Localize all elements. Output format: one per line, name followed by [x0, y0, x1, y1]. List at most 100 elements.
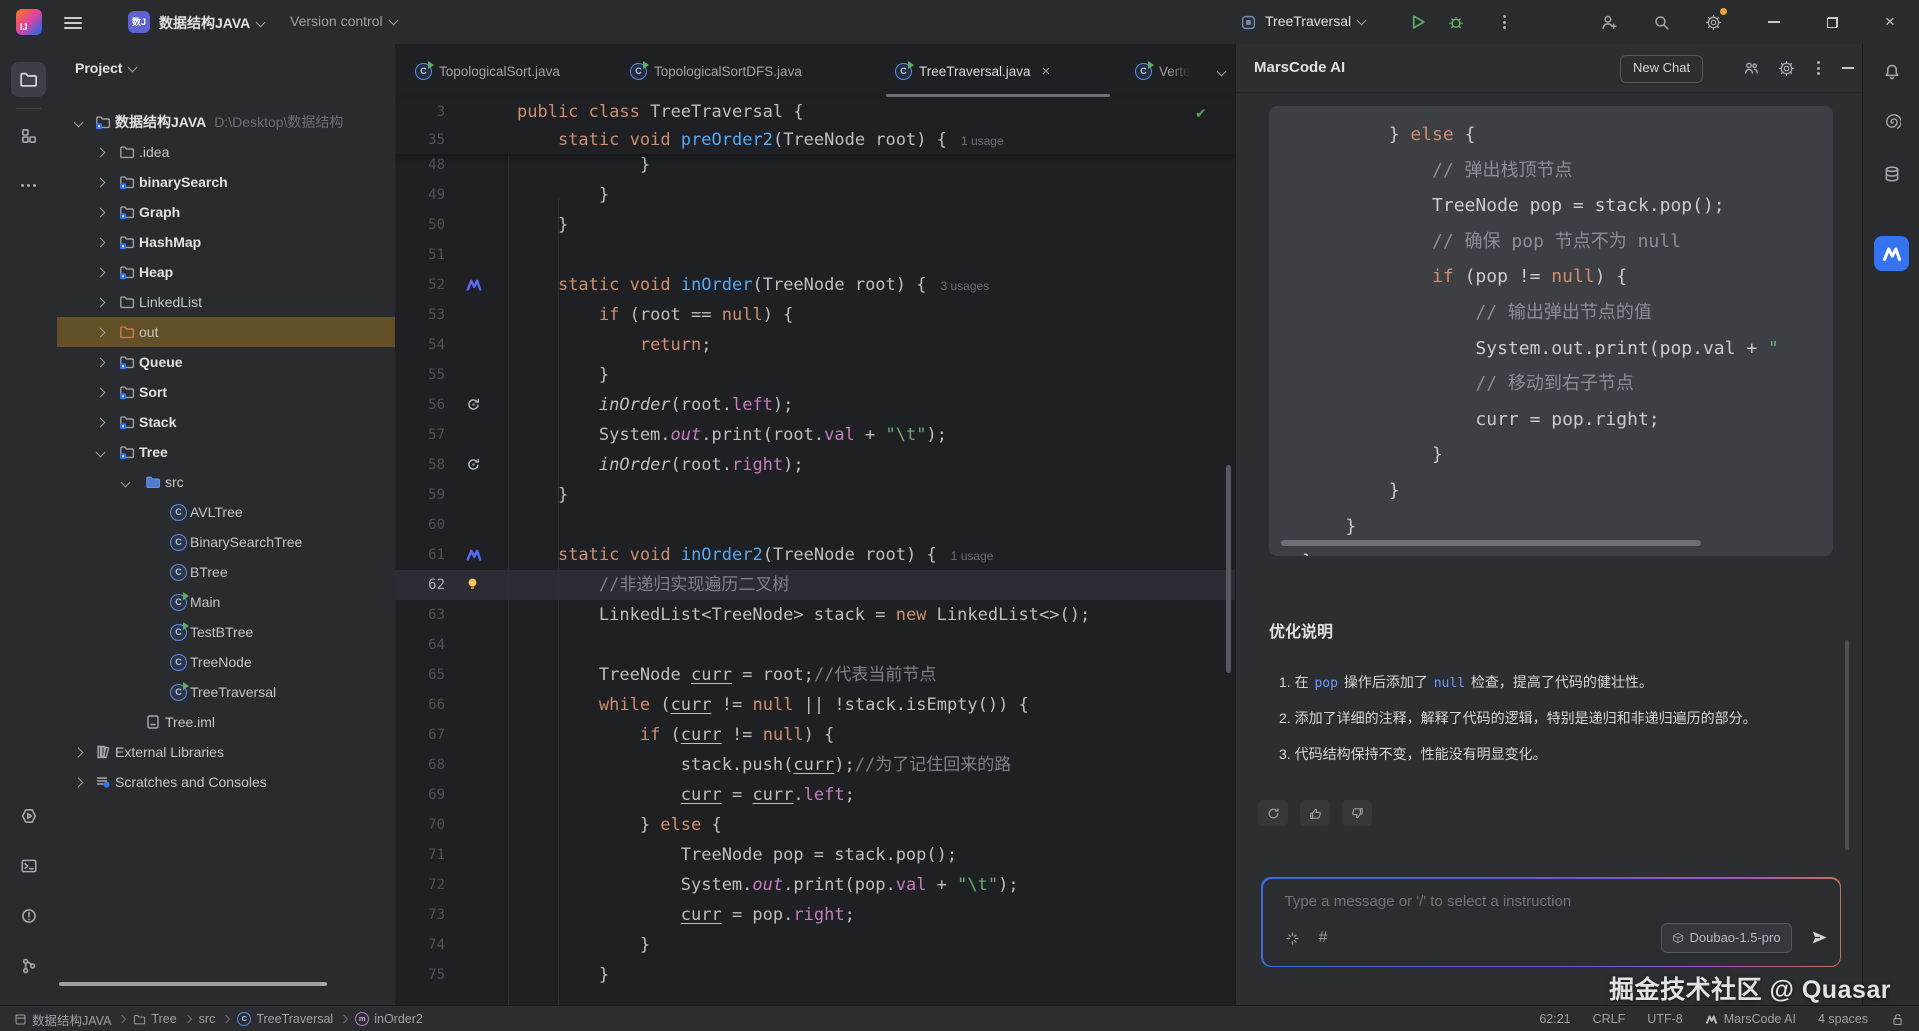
ai-settings-icon[interactable] — [1776, 58, 1796, 78]
debug-button[interactable] — [1444, 10, 1468, 34]
line-number[interactable]: 71 — [395, 840, 445, 870]
regenerate-button[interactable] — [1258, 800, 1288, 826]
marscode-status[interactable]: MarsCode AI — [1705, 1012, 1796, 1026]
run-button[interactable] — [1406, 10, 1430, 34]
line-number[interactable]: 70 — [395, 810, 445, 840]
line-number[interactable]: 56 — [395, 390, 445, 420]
usage-hint[interactable]: 1 usage — [951, 549, 994, 563]
version-control-menu[interactable]: Version control — [290, 13, 397, 29]
chevron-expanded-icon[interactable] — [96, 448, 106, 458]
usage-hint[interactable]: 3 usages — [940, 279, 989, 293]
line-number[interactable]: 60 — [395, 510, 445, 540]
tree-item-BinarySearchTree[interactable]: CBinarySearchTree — [57, 527, 395, 557]
line-number[interactable]: 67 — [395, 720, 445, 750]
sticky-line-3[interactable]: 3public class TreeTraversal { — [395, 98, 1235, 126]
line-number[interactable]: 54 — [395, 330, 445, 360]
search-everywhere-button[interactable] — [1649, 10, 1673, 34]
services-tool-button[interactable] — [11, 798, 46, 833]
line-number[interactable]: 59 — [395, 480, 445, 510]
tree-item-TestBTree[interactable]: CTestBTree — [57, 617, 395, 647]
tree-item-AVLTree[interactable]: CAVLTree — [57, 497, 395, 527]
breadcrumb-inOrder2[interactable]: minOrder2 — [355, 1012, 423, 1026]
line-number[interactable]: 73 — [395, 900, 445, 930]
run-config-icon[interactable] — [1236, 10, 1260, 34]
ai-assistant-icon[interactable] — [1874, 104, 1909, 139]
tree-item-External Libraries[interactable]: External Libraries — [57, 737, 395, 767]
line-number[interactable]: 68 — [395, 750, 445, 780]
terminal-tool-button[interactable] — [11, 848, 46, 883]
horizontal-scrollbar[interactable] — [59, 982, 327, 986]
chat-input[interactable]: Type a message or '/' to select a instru… — [1263, 879, 1840, 966]
problems-tool-button[interactable] — [11, 898, 46, 933]
send-button[interactable] — [1811, 929, 1828, 946]
database-tool-icon[interactable] — [1874, 156, 1909, 191]
ai-share-icon[interactable] — [1741, 58, 1761, 78]
breadcrumb-Tree[interactable]: Tree — [133, 1012, 176, 1026]
mars-gutter-icon[interactable] — [465, 276, 483, 294]
line-number[interactable]: 62 — [395, 570, 445, 600]
tree-item-LinkedList[interactable]: LinkedList — [57, 287, 395, 317]
tree-item-数据结构JAVA[interactable]: 数据结构JAVAD:\Desktop\数据结构 — [57, 107, 395, 137]
project-avatar[interactable]: 数J — [128, 11, 150, 33]
main-menu-icon[interactable] — [64, 14, 82, 30]
code-with-me-button[interactable] — [1597, 10, 1621, 34]
chevron-expanded-icon[interactable] — [121, 478, 131, 488]
breadcrumb-TreeTraversal[interactable]: CTreeTraversal — [237, 1012, 333, 1026]
more-actions-button[interactable] — [1492, 10, 1516, 34]
line-number[interactable]: 74 — [395, 930, 445, 960]
tree-item-binarySearch[interactable]: binarySearch — [57, 167, 395, 197]
line-number[interactable]: 49 — [395, 180, 445, 210]
thumbs-down-button[interactable] — [1342, 800, 1372, 826]
project-panel-title[interactable]: Project — [75, 60, 136, 76]
file-encoding[interactable]: UTF-8 — [1647, 1012, 1682, 1026]
line-number[interactable]: 58 — [395, 450, 445, 480]
minimize-button[interactable] — [1762, 10, 1786, 34]
line-number[interactable]: 65 — [395, 660, 445, 690]
line-number[interactable]: 66 — [395, 690, 445, 720]
readonly-lock[interactable] — [1890, 1012, 1905, 1027]
tree-item-Main[interactable]: CMain — [57, 587, 395, 617]
chevron-collapsed-icon[interactable] — [74, 748, 84, 758]
cursor-position[interactable]: 62:21 — [1539, 1012, 1570, 1026]
tree-item-Scratches and Consoles[interactable]: Scratches and Consoles — [57, 767, 395, 797]
mars-gutter-icon[interactable] — [465, 546, 483, 564]
context-hash-icon[interactable]: # — [1319, 929, 1328, 947]
indent-setting[interactable]: 4 spaces — [1818, 1012, 1868, 1026]
notifications-bell-icon[interactable] — [1874, 54, 1909, 89]
line-separator[interactable]: CRLF — [1593, 1012, 1626, 1026]
close-button[interactable]: × — [1878, 10, 1902, 34]
more-tool-windows-button[interactable] — [11, 168, 46, 203]
project-name[interactable]: 数据结构JAVA — [159, 13, 264, 33]
line-number[interactable]: 55 — [395, 360, 445, 390]
tab-Verte[interactable]: CVerte — [1135, 54, 1191, 88]
model-selector[interactable]: Doubao-1.5-pro — [1661, 923, 1792, 953]
line-number[interactable]: 50 — [395, 210, 445, 240]
marscode-tool-button[interactable] — [1874, 236, 1909, 271]
chevron-collapsed-icon[interactable] — [96, 358, 106, 368]
chevron-collapsed-icon[interactable] — [96, 328, 106, 338]
editor-area[interactable]: CTopologicalSort.javaCTopologicalSortDFS… — [395, 44, 1235, 1005]
line-number[interactable]: 53 — [395, 300, 445, 330]
tree-item-Tree[interactable]: Tree — [57, 437, 395, 467]
chevron-collapsed-icon[interactable] — [96, 298, 106, 308]
chevron-expanded-icon[interactable] — [74, 118, 84, 128]
usage-hint[interactable]: 1 usage — [961, 134, 1004, 148]
tree-item-out[interactable]: out — [57, 317, 395, 347]
line-number[interactable]: 72 — [395, 870, 445, 900]
line-number[interactable]: 61 — [395, 540, 445, 570]
tree-item-TreeNode[interactable]: CTreeNode — [57, 647, 395, 677]
hidden-tabs-chevron-icon[interactable] — [1217, 67, 1227, 77]
line-number[interactable]: 64 — [395, 630, 445, 660]
breadcrumb-src[interactable]: src — [199, 1012, 216, 1026]
new-chat-button[interactable]: New Chat — [1620, 55, 1703, 83]
tree-item-Sort[interactable]: Sort — [57, 377, 395, 407]
thumbs-up-button[interactable] — [1300, 800, 1330, 826]
tab-TopologicalSort.java[interactable]: CTopologicalSort.java — [415, 54, 560, 88]
breadcrumb-数据结构JAVA[interactable]: 数据结构JAVA — [14, 1010, 111, 1029]
ai-hide-icon[interactable] — [1838, 58, 1858, 78]
line-number[interactable]: 48 — [395, 150, 445, 180]
editor-scrollbar[interactable] — [1226, 465, 1231, 673]
line-number[interactable]: 52 — [395, 270, 445, 300]
bulb-gutter-icon[interactable] — [465, 576, 483, 594]
line-number[interactable]: 51 — [395, 240, 445, 270]
